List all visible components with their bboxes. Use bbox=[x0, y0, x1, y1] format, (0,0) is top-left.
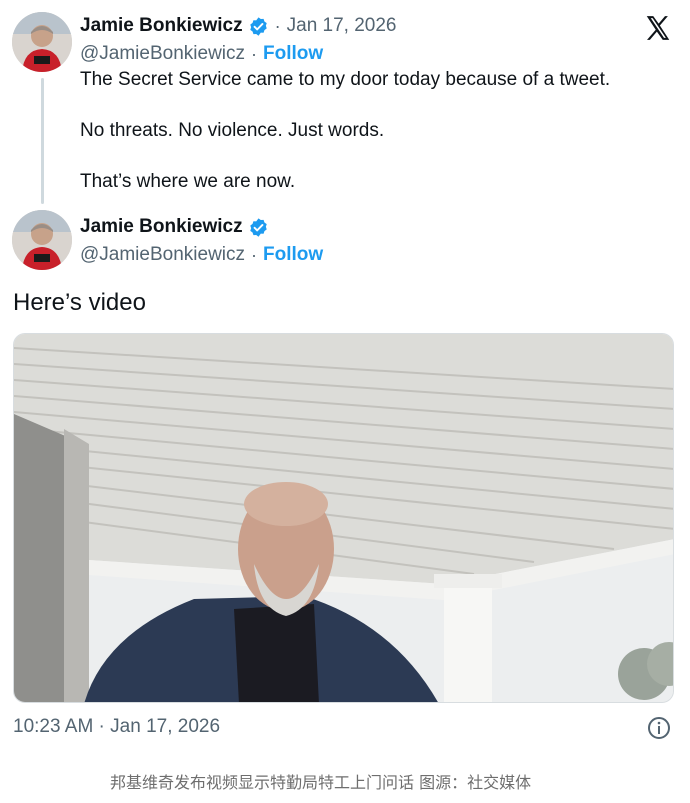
tweet-timestamp[interactable]: 10:23 AM · Jan 17, 2026 bbox=[13, 716, 220, 738]
thread-connector-line bbox=[41, 78, 44, 204]
separator-dot: · bbox=[251, 43, 258, 64]
tweet-header: Jamie Bonkiewicz · Jan 17, 2026 bbox=[80, 14, 397, 38]
tweet-text-line: That’s where we are now. bbox=[80, 171, 296, 192]
separator-dot: · bbox=[274, 15, 281, 36]
verified-badge-icon bbox=[249, 217, 267, 237]
video-player[interactable] bbox=[13, 333, 674, 703]
handle-row: @JamieBonkiewicz · Follow bbox=[80, 42, 323, 66]
x-logo-icon[interactable] bbox=[643, 13, 673, 43]
author-handle[interactable]: @JamieBonkiewicz bbox=[80, 43, 245, 65]
author-handle[interactable]: @JamieBonkiewicz bbox=[80, 244, 245, 266]
avatar[interactable] bbox=[12, 12, 72, 72]
tweet-card: Jamie Bonkiewicz · Jan 17, 2026 @JamieBo… bbox=[0, 0, 690, 752]
avatar[interactable] bbox=[12, 210, 72, 270]
separator-dot: · bbox=[251, 244, 258, 265]
avatar-photo bbox=[12, 12, 72, 72]
tweet-header: Jamie Bonkiewicz bbox=[80, 215, 269, 239]
info-icon[interactable] bbox=[647, 716, 671, 740]
avatar-photo bbox=[12, 210, 72, 270]
tweet-date[interactable]: Jan 17, 2026 bbox=[287, 15, 397, 37]
follow-button[interactable]: Follow bbox=[263, 43, 323, 65]
handle-row: @JamieBonkiewicz · Follow bbox=[80, 243, 323, 267]
tweet-text: Here’s video bbox=[13, 289, 146, 316]
author-name[interactable]: Jamie Bonkiewicz bbox=[80, 15, 243, 37]
image-caption: 邦基维奇发布视频显示特勤局特工上门问话 图源：社交媒体 bbox=[110, 773, 532, 792]
verified-badge-icon bbox=[249, 16, 267, 36]
video-frame bbox=[14, 334, 673, 702]
tweet-text-line: No threats. No violence. Just words. bbox=[80, 120, 385, 141]
author-name[interactable]: Jamie Bonkiewicz bbox=[80, 216, 243, 238]
tweet-text-line: The Secret Service came to my door today… bbox=[80, 69, 611, 90]
follow-button[interactable]: Follow bbox=[263, 244, 323, 266]
